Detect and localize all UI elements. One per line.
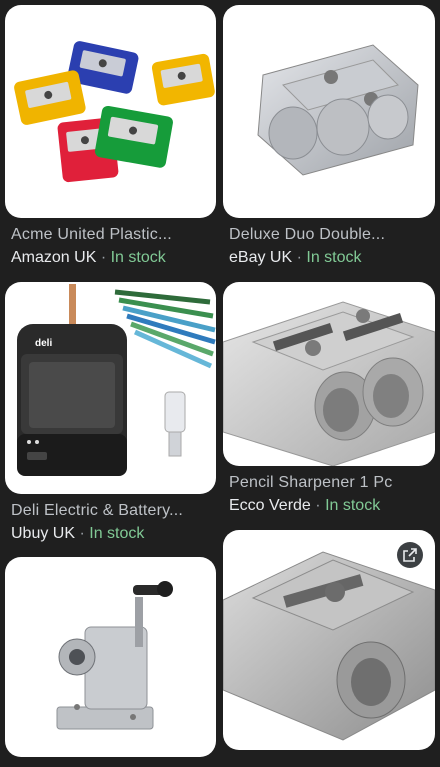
open-in-new-icon[interactable] [397, 542, 423, 568]
result-source-3: Ubuy UK [11, 525, 76, 542]
result-image-6[interactable] [223, 530, 435, 750]
result-title-2[interactable]: Deluxe Duo Double... [229, 226, 429, 244]
result-meta-1: Amazon UK · In stock [11, 249, 166, 267]
result-image-2[interactable] [223, 5, 435, 218]
result-title-1[interactable]: Acme United Plastic... [11, 226, 211, 244]
external-link-icon [403, 548, 417, 562]
result-source-2: eBay UK [229, 249, 293, 266]
result-title-3[interactable]: Deli Electric & Battery... [11, 502, 211, 520]
result-image-4[interactable] [223, 282, 435, 466]
result-meta-3: Ubuy UK · In stock [11, 525, 144, 543]
separator-dot: · [79, 525, 85, 542]
result-status-2: In stock [306, 249, 362, 266]
metal-sharpener-image [223, 301, 435, 466]
crank-sharpener-image [56, 581, 173, 730]
result-title-4[interactable]: Pencil Sharpener 1 Pc [229, 474, 429, 492]
double-metal-sharpener-image [257, 44, 419, 176]
result-status-3: In stock [89, 525, 145, 542]
result-source-1: Amazon UK [11, 249, 97, 266]
separator-dot: · [296, 249, 302, 266]
plastic-sharpeners-image [14, 41, 215, 183]
electric-sharpener-image: deli [17, 284, 216, 476]
result-status-1: In stock [110, 249, 166, 266]
result-meta-4: Ecco Verde · In stock [229, 497, 380, 515]
deli-logo: deli [35, 338, 52, 349]
result-source-4: Ecco Verde [229, 497, 311, 514]
result-meta-2: eBay UK · In stock [229, 249, 362, 267]
result-image-1[interactable] [5, 5, 216, 218]
result-image-5[interactable] [5, 557, 216, 757]
separator-dot: · [100, 249, 107, 266]
result-image-3[interactable]: deli [5, 282, 216, 494]
result-status-4: In stock [325, 497, 381, 514]
separator-dot: · [315, 497, 321, 514]
